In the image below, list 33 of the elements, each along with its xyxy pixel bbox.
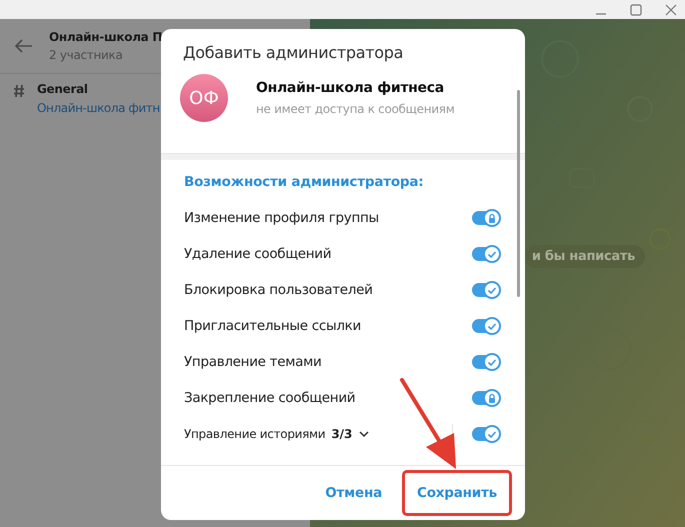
avatar: ОФ (180, 74, 228, 122)
toggle-switch[interactable] (471, 388, 503, 408)
toggle-switch[interactable] (471, 352, 503, 372)
chat-hint: и бы написать (524, 244, 645, 268)
chevron-icon[interactable] (359, 431, 370, 437)
permission-label: Управление темами (184, 354, 322, 370)
channel-name: Онлайн-школа фитнеса (256, 80, 445, 96)
group-title: Онлайн-школа П (49, 30, 162, 44)
hash-icon (12, 84, 24, 98)
dialog-title: Добавить администратора (182, 42, 404, 64)
toggle-switch[interactable] (471, 244, 503, 264)
permission-label: Удаление сообщений (184, 246, 332, 262)
topic-name[interactable]: General (37, 82, 160, 96)
permission-label: Закрепление сообщений (184, 390, 356, 406)
toggle-switch[interactable] (471, 208, 503, 228)
dialog-button[interactable]: Сохранить (402, 470, 512, 516)
scrollbar[interactable] (517, 90, 520, 297)
count-label: 3/3 (331, 427, 352, 441)
permission-label: Пригласительные ссылки (184, 318, 361, 334)
topic-preview: Онлайн-школа фитн (37, 101, 160, 115)
permission-label: Управление историями (184, 427, 326, 441)
permission-label: Блокировка пользователей (184, 282, 373, 298)
permission-label: Изменение профиля группы (184, 210, 379, 226)
channel-status: не имеет доступа к сообщениям (256, 102, 454, 116)
member-count: 2 участника (49, 48, 124, 62)
toggle-switch[interactable] (471, 280, 503, 300)
back-icon[interactable] (15, 39, 33, 53)
close-icon[interactable] (665, 4, 677, 16)
toggle-switch[interactable] (471, 424, 503, 444)
toggle-switch[interactable] (471, 316, 503, 336)
maximize-icon[interactable] (630, 4, 642, 16)
dialog-button[interactable]: Отмена (313, 477, 394, 509)
section-heading: Возможности администратора: (184, 173, 425, 192)
